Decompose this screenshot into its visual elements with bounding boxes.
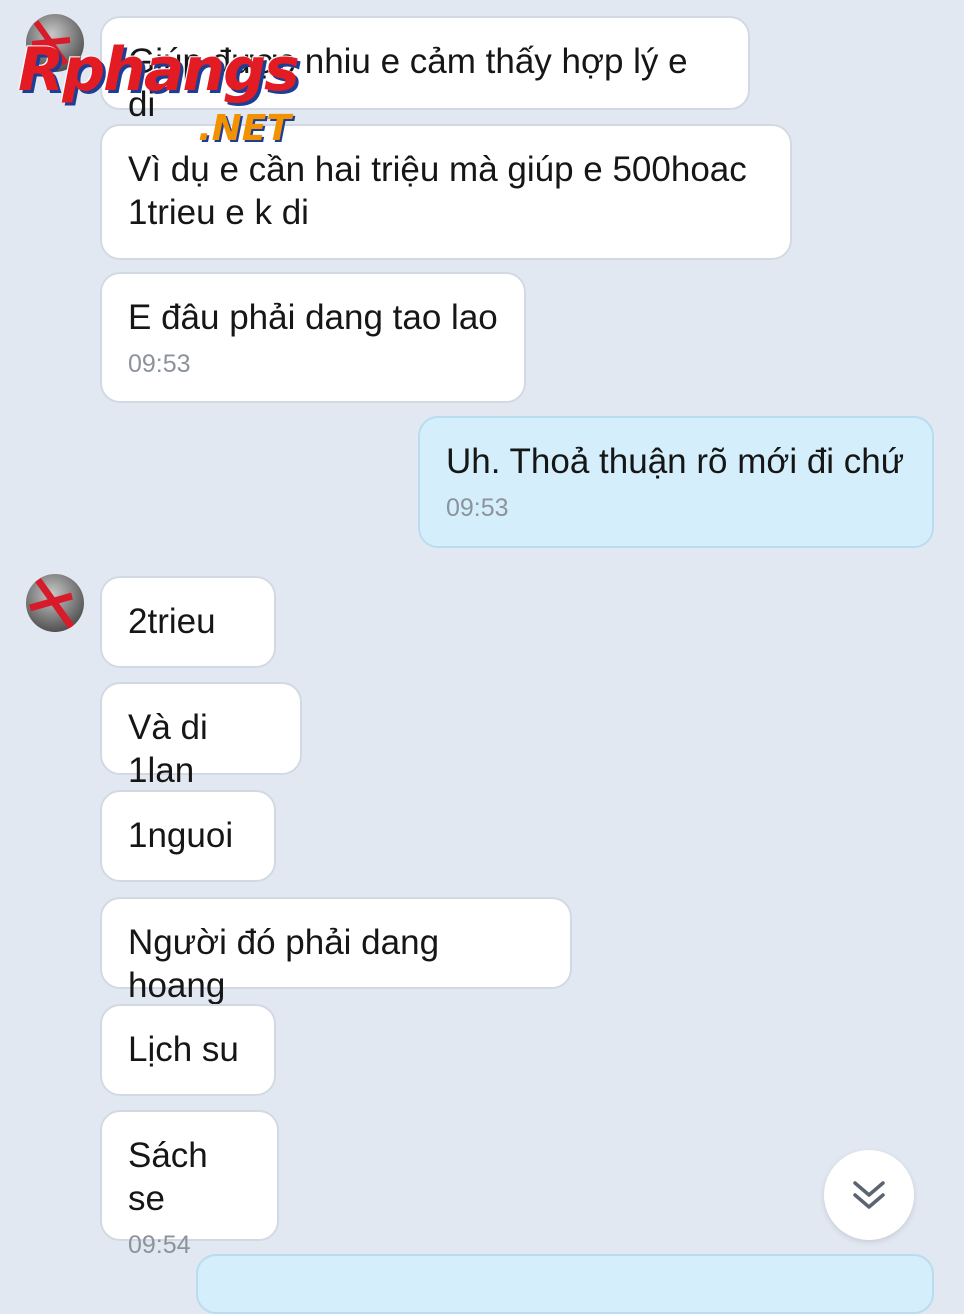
message-text: Uh. Thoả thuận rõ mới đi chứ [446,442,905,481]
incoming-message[interactable]: Người đó phải dang hoang [100,897,572,1005]
scroll-to-bottom-button[interactable] [824,1150,914,1240]
message-timestamp: 09:53 [446,494,509,522]
message-text: Và di 1lan [128,708,208,790]
incoming-message[interactable]: 2trieu [100,576,276,668]
message-text: E đâu phải dang tao lao [128,298,498,337]
incoming-message[interactable]: Và di 1lan [100,682,302,790]
incoming-message[interactable]: Lịch su [100,1004,276,1096]
contact-avatar[interactable] [26,574,84,632]
message-text: 1nguoi [128,816,234,855]
message-text: Người đó phải dang hoang [128,923,440,1005]
message-text: Lịch su [128,1030,239,1069]
watermark-logo: Rphangs .NET [18,35,300,149]
incoming-message[interactable]: Sách se 09:54 [100,1110,279,1259]
message-text: 2trieu [128,602,216,641]
chevron-double-down-icon [853,1181,885,1209]
outgoing-message[interactable]: Uh. Thoả thuận rõ mới đi chứ 09:53 [418,416,934,548]
incoming-message[interactable]: E đâu phải dang tao lao 09:53 [100,272,526,403]
watermark-logo-text: Rphangs [18,35,300,105]
message-text: Sách se [128,1136,208,1218]
message-text: Vì dụ e cần hai triệu mà giúp e 500hoac … [128,150,747,232]
incoming-message[interactable]: 1nguoi [100,790,276,882]
avatar-redaction-mark [29,577,80,632]
watermark-logo-suffix: .NET [198,108,291,149]
message-timestamp: 09:53 [128,350,191,378]
outgoing-message-partial[interactable] [196,1254,934,1314]
